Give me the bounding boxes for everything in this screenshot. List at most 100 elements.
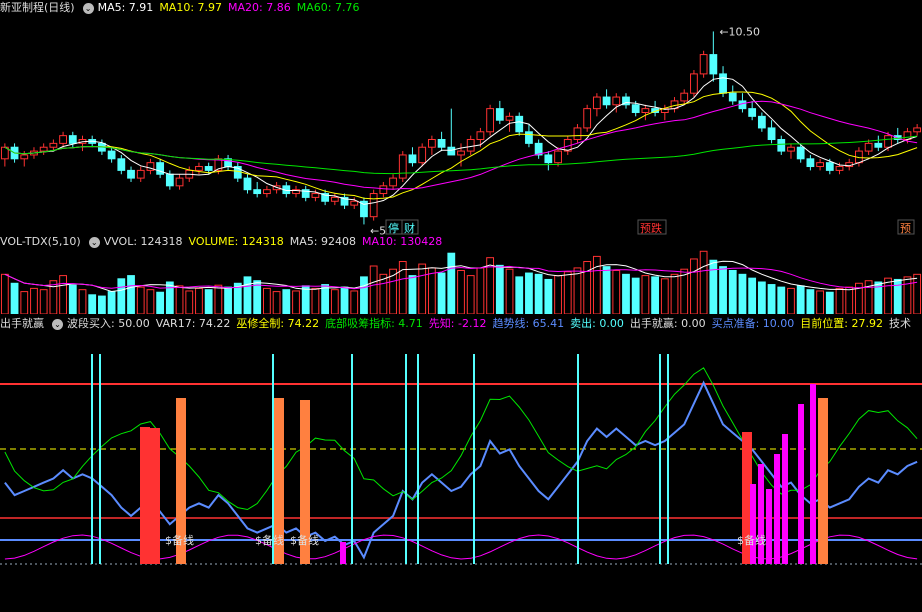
volume-bar — [30, 287, 38, 314]
volume-bar — [224, 286, 232, 314]
volume-bar — [660, 278, 669, 314]
candle-body — [262, 189, 271, 195]
accumulation-bar — [810, 384, 816, 564]
indicator-value: VVOL: 124318 — [103, 235, 183, 248]
volume-bar — [777, 286, 786, 314]
volume-bar — [612, 269, 621, 314]
volume-bar — [156, 291, 165, 314]
volume-bar — [505, 268, 514, 314]
candle-body — [427, 139, 436, 148]
volume-bar — [670, 273, 679, 314]
candle-body — [49, 142, 58, 148]
volume-bar — [214, 284, 223, 314]
candle-body — [515, 115, 524, 133]
candle-body — [680, 92, 689, 102]
candle-body — [311, 193, 320, 198]
indicator-value: 目前位置: 27.92 — [800, 317, 883, 330]
volume-bar — [903, 276, 912, 314]
indicator-value: 巫修全制: 74.22 — [236, 317, 320, 330]
indicator-value: 出手就赢: 0.00 — [629, 317, 706, 330]
volume-bar — [573, 267, 582, 314]
candle-body — [457, 150, 465, 156]
volume-bar — [748, 277, 757, 314]
candle-body — [379, 185, 388, 195]
volume-bar — [835, 287, 844, 314]
volume-bar — [127, 275, 135, 314]
volume-bar — [175, 285, 184, 314]
buy-signal-bar — [818, 398, 828, 564]
volume-bar — [68, 284, 77, 314]
buy-signal-bar — [150, 428, 160, 564]
volume-bar — [447, 252, 456, 314]
accumulation-bar — [340, 542, 346, 564]
volume-bar — [10, 282, 19, 314]
volume-bar — [0, 273, 9, 314]
candle-body — [525, 131, 533, 144]
candle-body — [554, 150, 562, 164]
candle-body — [165, 173, 174, 187]
candle-body — [408, 154, 417, 164]
volume-bar — [757, 281, 766, 314]
volume-bar — [49, 280, 58, 314]
volume-bar — [699, 250, 708, 314]
volume-bar — [767, 284, 776, 314]
volume-bar — [185, 290, 194, 314]
candle-body — [835, 166, 844, 171]
indicator-value: MA10: 130428 — [362, 235, 443, 248]
indicator-value: 买点准备: 10.00 — [711, 317, 795, 330]
indicator-value: VOLUME: 124318 — [188, 235, 284, 248]
candle-body — [156, 162, 165, 175]
volume-bar — [437, 272, 446, 314]
indicator-value: MA60: 7.76 — [296, 1, 360, 14]
volume-bar — [311, 287, 320, 314]
candle-body — [486, 108, 495, 133]
signal-annotation: $备线 — [737, 533, 766, 547]
marker-label: 预跌 — [640, 221, 662, 235]
indicator-value: MA20: 7.86 — [228, 1, 291, 14]
volume-bar — [262, 287, 271, 314]
buy-signal-bar — [140, 427, 150, 564]
accumulation-bar — [750, 484, 756, 564]
candle-body — [476, 131, 485, 141]
indicator-value: VAR17: 74.22 — [155, 317, 231, 330]
indicator-value: MA5: 7.91 — [97, 1, 154, 14]
volume-bar — [806, 289, 815, 314]
candle-body — [107, 150, 116, 160]
volume-bar — [913, 273, 922, 314]
volume-bar — [495, 264, 504, 314]
volume-bar — [738, 273, 747, 314]
signal-chart: $备线 $备线 $备线 $备线 — [0, 354, 922, 565]
volume-chart — [0, 250, 922, 314]
marker-label: 预 — [900, 222, 911, 235]
candle-body — [864, 142, 873, 152]
volume-bar — [884, 277, 892, 314]
volume-bar — [728, 269, 737, 314]
volume-bar — [690, 258, 698, 314]
candle-body — [243, 177, 252, 191]
volume-bar — [39, 289, 48, 314]
volume-bar — [20, 291, 29, 314]
marker-label: 停 — [388, 221, 399, 235]
volume-bar — [534, 273, 543, 314]
chevron-down-icon[interactable]: ⌄ — [88, 236, 100, 248]
chevron-down-icon[interactable]: ⌄ — [52, 318, 63, 330]
signal-legend: 出手就赢 ⌄ 波段买入: 50.00 VAR17: 74.22 巫修全制: 74.22 底… — [0, 316, 917, 332]
candle-body — [127, 169, 135, 179]
candle-body — [447, 146, 456, 156]
volume-bar — [340, 286, 349, 314]
accumulation-bar — [758, 464, 764, 564]
chevron-down-icon[interactable]: ⌄ — [82, 2, 94, 14]
volume-bar — [476, 267, 485, 314]
candle-body — [825, 162, 834, 171]
volume-bar — [165, 281, 174, 314]
candle-body — [884, 135, 892, 148]
volume-bar — [282, 289, 291, 314]
volume-bar — [641, 275, 650, 314]
volume-bar — [466, 275, 475, 314]
candle-body — [466, 139, 475, 152]
volume-bar — [59, 275, 67, 314]
volume-bar — [525, 272, 533, 314]
candle-body — [602, 96, 611, 106]
candle-body — [136, 169, 145, 179]
accumulation-bar — [766, 489, 772, 564]
